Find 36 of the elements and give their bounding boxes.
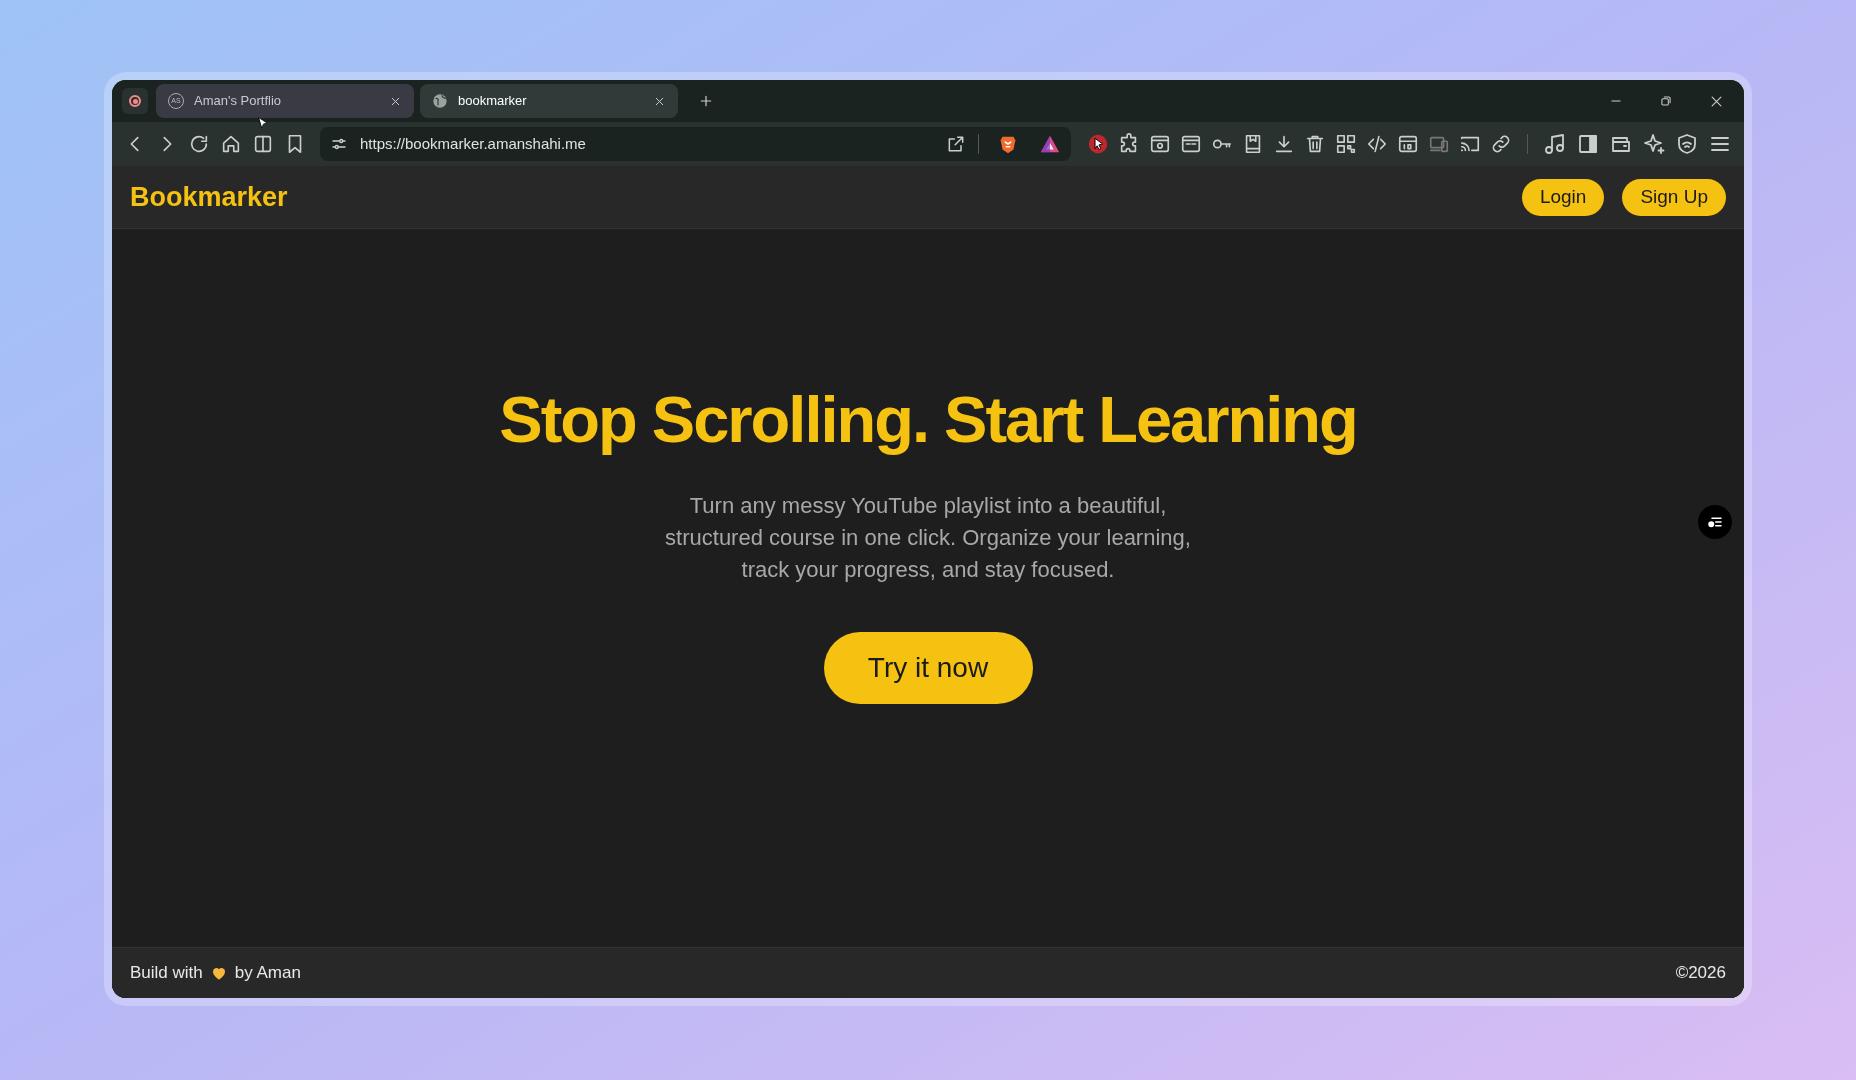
record-button[interactable] [122,88,148,114]
window-icon[interactable] [1180,133,1202,155]
address-bar[interactable]: https://bookmarker.amanshahi.me [320,127,1071,161]
copyright-text: ©2026 [1675,962,1726,985]
browser-tab[interactable]: bookmarker [420,84,678,118]
tab-title: bookmarker [458,92,528,111]
brand-logo[interactable]: Bookmarker [130,176,288,218]
hero-description: Turn any messy YouTube playlist into a beautiful, structured course in one click. Organize your learning, track your progress, and stay focused. [664,492,1192,584]
url-text: https://bookmarker.amanshahi.me [360,133,587,154]
trash-icon[interactable] [1304,133,1326,155]
code-icon[interactable] [1366,133,1388,155]
reload-button[interactable] [188,133,210,155]
cta-button[interactable]: Try it now [823,632,1033,704]
globe-icon [432,93,448,109]
download-icon[interactable] [1273,133,1295,155]
nav-button[interactable]: Sign Up [1622,178,1726,216]
new-tab-button[interactable] [698,93,714,109]
music-icon[interactable] [1543,132,1567,156]
home-button[interactable] [220,133,242,155]
sidebar-button[interactable] [252,133,274,155]
sidebar-panel-icon[interactable] [1576,132,1600,156]
tab-title: Aman's Portflio [194,92,282,111]
restore-button[interactable] [1659,94,1673,108]
footer-text: by Aman [234,962,301,985]
footer-text: Build with [130,962,203,985]
link-icon[interactable] [1490,133,1512,155]
mouse-pointer-icon [256,115,270,131]
nav-button[interactable]: Login [1521,178,1605,216]
calendar-icon[interactable] [1397,133,1419,155]
qr-code-icon[interactable] [1335,133,1357,155]
floating-widget-button[interactable] [1698,505,1732,539]
sparkle-icon[interactable] [1642,132,1666,156]
window-search-icon[interactable] [1149,133,1171,155]
shield-icon[interactable] [1675,132,1699,156]
share-icon[interactable] [946,134,966,154]
cursor-icon[interactable] [1087,133,1109,155]
